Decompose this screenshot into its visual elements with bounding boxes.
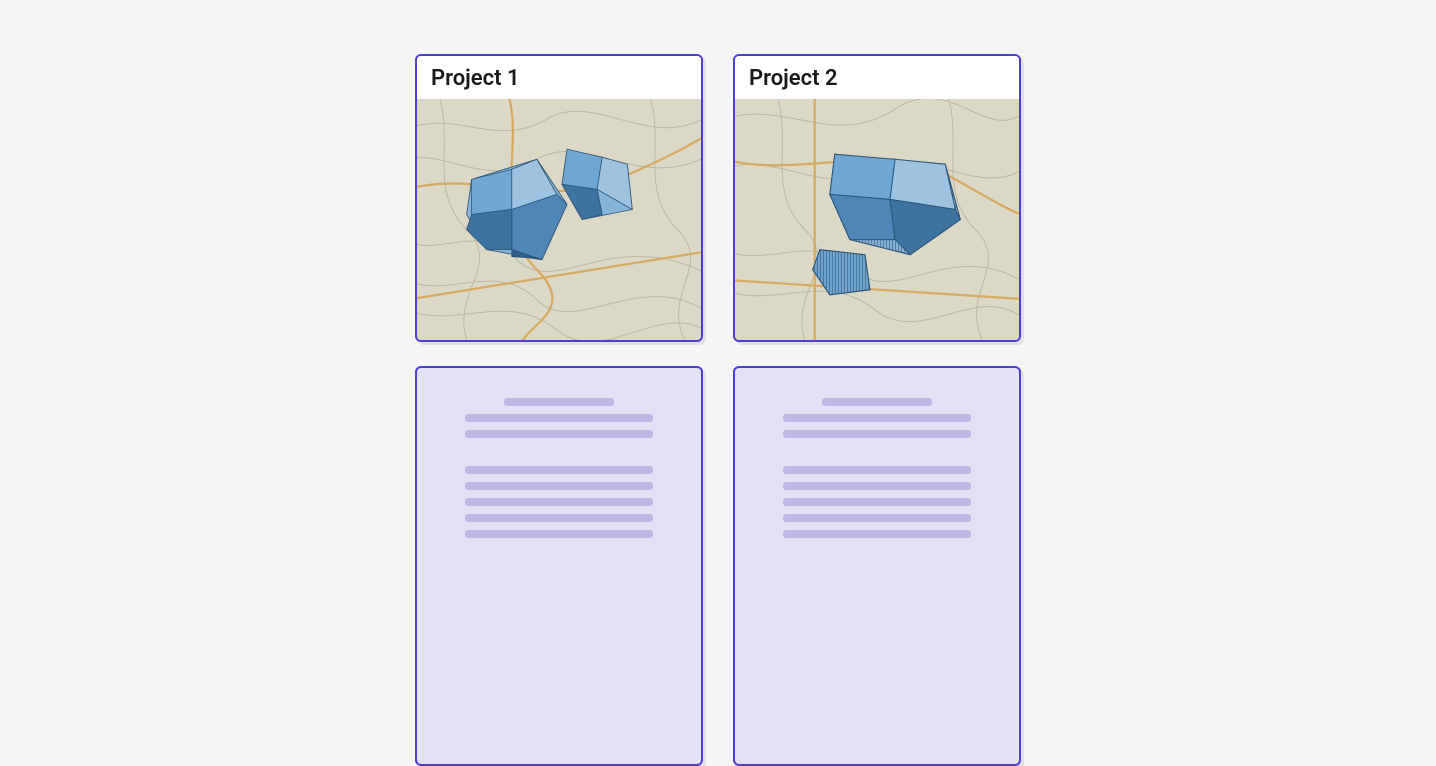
skeleton-line (465, 430, 653, 438)
skeleton-group (783, 398, 971, 438)
project-compare-layout: Project 1 (415, 54, 1021, 766)
skeleton-group (783, 466, 971, 538)
skeleton-line (783, 514, 971, 522)
skeleton-line (504, 398, 613, 406)
project-card-2[interactable]: Project 2 (733, 54, 1021, 342)
project-title: Project 1 (431, 66, 687, 91)
skeleton-line (465, 414, 653, 422)
project-map-thumbnail (417, 99, 701, 340)
skeleton-line (783, 482, 971, 490)
skeleton-line (783, 498, 971, 506)
project-column-1: Project 1 (415, 54, 703, 766)
skeleton-line (783, 414, 971, 422)
project-details-card-1 (415, 366, 703, 766)
project-card-1[interactable]: Project 1 (415, 54, 703, 342)
skeleton-line (465, 466, 653, 474)
skeleton-line (822, 398, 931, 406)
skeleton-line (465, 498, 653, 506)
project-column-2: Project 2 (733, 54, 1021, 766)
skeleton-line (783, 430, 971, 438)
skeleton-line (465, 514, 653, 522)
project-details-card-2 (733, 366, 1021, 766)
skeleton-line (465, 482, 653, 490)
project-card-header: Project 2 (735, 56, 1019, 99)
skeleton-line (783, 466, 971, 474)
skeleton-group (465, 466, 653, 538)
skeleton-line (783, 530, 971, 538)
project-title: Project 2 (749, 66, 1005, 91)
project-card-header: Project 1 (417, 56, 701, 99)
skeleton-group (465, 398, 653, 438)
project-map-thumbnail (735, 99, 1019, 340)
skeleton-line (465, 530, 653, 538)
